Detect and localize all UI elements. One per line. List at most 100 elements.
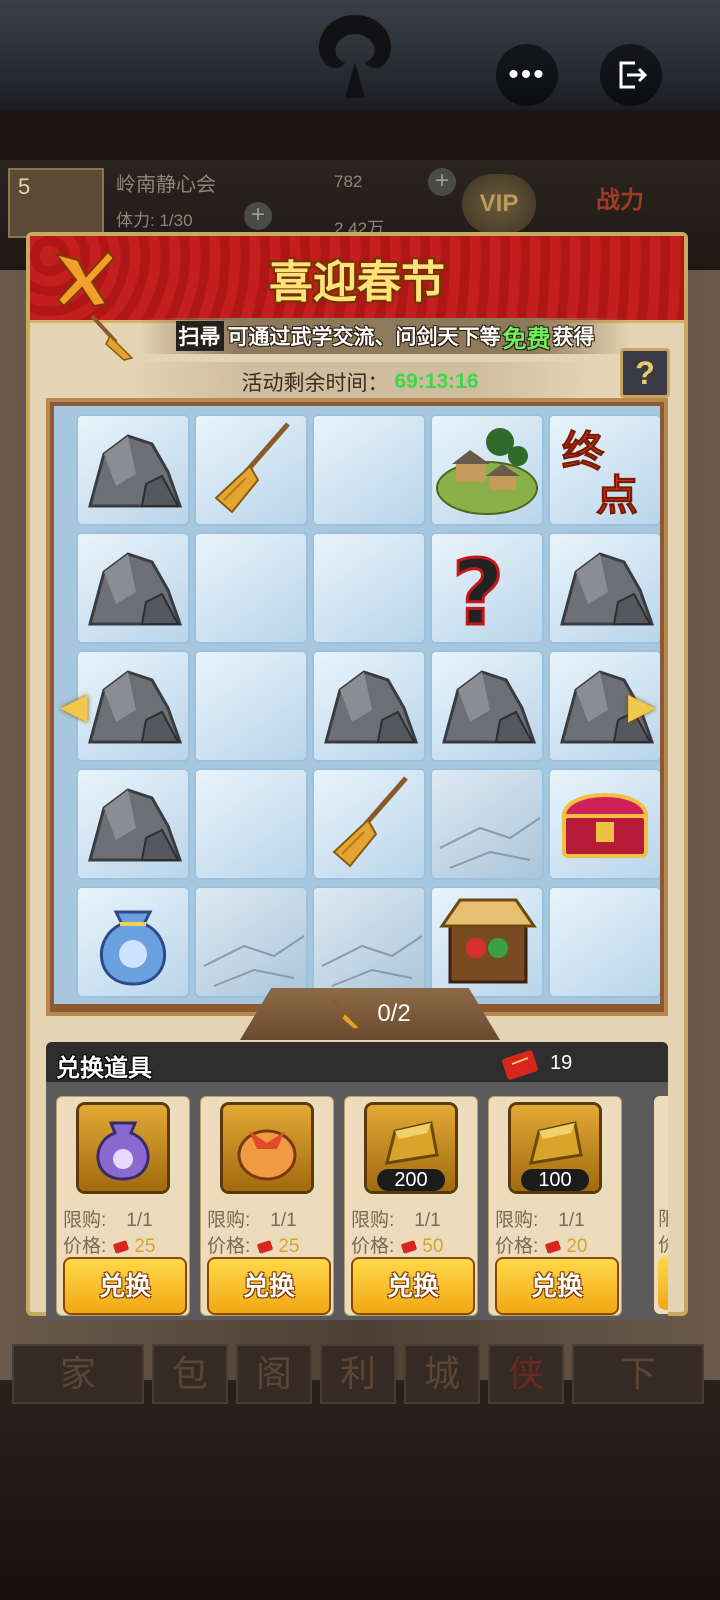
board-tile-rock[interactable]: [548, 532, 660, 644]
price-label: 价格:: [351, 1236, 395, 1257]
background-bottom: [0, 1380, 720, 1600]
event-banner: 扫帚 可通过武学交流、问剑天下等 免费 获得: [140, 318, 630, 354]
banner-broom-word: 扫帚: [175, 321, 224, 351]
purchase-limit-label: 限购:: [351, 1210, 395, 1231]
help-button[interactable]: ?: [620, 348, 670, 398]
add-stamina-button[interactable]: +: [244, 202, 272, 230]
card-peek-button[interactable]: [658, 1256, 668, 1310]
board-tile-end[interactable]: 终点: [548, 414, 660, 526]
board-tile-ice[interactable]: [194, 532, 308, 644]
board-tile-broom[interactable]: [194, 414, 308, 526]
rock-icon: [442, 670, 537, 744]
exchange-button[interactable]: 兑换: [351, 1257, 475, 1315]
board-grid: 终点?: [54, 406, 660, 1004]
purchase-limit-row: 限购: 1/1: [207, 1205, 297, 1232]
item-frame[interactable]: 200: [367, 1105, 455, 1191]
add-silver-button[interactable]: +: [428, 168, 456, 196]
broom-icon: [90, 314, 134, 361]
exchange-button[interactable]: 兑换: [63, 1257, 187, 1315]
board-tile-lucky-bag[interactable]: [76, 886, 190, 998]
silver-value: 782: [334, 172, 363, 191]
board-tile-village[interactable]: [430, 414, 544, 526]
svg-text:终: 终: [562, 427, 605, 476]
item-frame[interactable]: [223, 1105, 311, 1191]
exchange-title: 兑换道具: [56, 1055, 152, 1082]
purchase-limit-label: 限购:: [207, 1210, 251, 1231]
exchange-button[interactable]: 兑换: [495, 1257, 619, 1315]
stamina-value: 体力: 1/30: [116, 211, 193, 230]
item-frame[interactable]: 100: [511, 1105, 599, 1191]
bottom-tab-benefit[interactable]: 利: [320, 1344, 396, 1404]
board-tile-rock[interactable]: [76, 532, 190, 644]
exchange-item-card[interactable]: 100 限购: 1/1 价格: 20 兑换: [488, 1096, 622, 1316]
board-tile-frozen[interactable]: [312, 886, 426, 998]
event-dialog: 喜迎春节 扫帚 可通过武学交流、问剑天下等 免费 获得 活动剩余时间： 69:1…: [26, 232, 688, 1320]
end-icon: 终点: [562, 427, 639, 521]
vip-badge[interactable]: VIP: [462, 174, 536, 234]
board-tile-ice[interactable]: [548, 886, 660, 998]
bottom-tab-city[interactable]: 城: [404, 1344, 480, 1404]
bottom-tab-bag[interactable]: 包: [152, 1344, 228, 1404]
exit-button[interactable]: [600, 44, 662, 106]
gift-stall-icon: [439, 898, 537, 984]
close-button[interactable]: [48, 246, 122, 310]
price-row: 价格: 25: [63, 1231, 155, 1258]
banner-text: 可通过武学交流、问剑天下等: [227, 326, 501, 349]
frost-crack-icon: [321, 935, 423, 987]
price-label: 价格:: [63, 1236, 107, 1257]
power-label: 战力: [596, 187, 644, 214]
exchange-button[interactable]: 兑换: [207, 1257, 331, 1315]
exchange-item-card[interactable]: 限购: 1/1 价格: 25 兑换: [56, 1096, 190, 1316]
board-tile-gift-stall[interactable]: [430, 886, 544, 998]
exchange-item-card-partial[interactable]: 限 价: [654, 1096, 668, 1314]
item-frame[interactable]: [79, 1105, 167, 1191]
bottom-tab-next[interactable]: 下: [572, 1344, 704, 1404]
more-options-button[interactable]: •••: [496, 44, 558, 106]
scroll-left-arrow-icon[interactable]: ◀: [60, 684, 88, 728]
board-tile-rock[interactable]: [76, 414, 190, 526]
item-quantity: 200: [377, 1169, 445, 1191]
price-row: 价格: 25: [207, 1231, 299, 1258]
banner-free-word: 免费: [502, 325, 551, 353]
bottom-tab-hero[interactable]: 侠: [488, 1344, 564, 1404]
board-tile-mystery[interactable]: ?: [430, 532, 544, 644]
board-tile-ice[interactable]: [312, 414, 426, 526]
exchange-item-card[interactable]: 限购: 1/1 价格: 25 兑换: [200, 1096, 334, 1316]
exchange-section: 兑换道具 19 限购: 1/1 价格: 25 兑换 限购: 1/1 价格: 25 兑换 200 限购:…: [46, 1042, 668, 1320]
bottom-tab-home[interactable]: 家: [12, 1344, 144, 1404]
board-tile-broom[interactable]: [312, 768, 426, 880]
svg-text:点: 点: [596, 471, 638, 520]
banner-text-end: 获得: [552, 326, 595, 349]
lucky-bag-icon: [99, 910, 167, 986]
bottom-tab-pavilion[interactable]: 阁: [236, 1344, 312, 1404]
price-value: 50: [422, 1236, 444, 1257]
board-tile-rock[interactable]: [76, 650, 190, 762]
frost-crack-icon: [203, 935, 305, 987]
scroll-right-arrow-icon[interactable]: ▶: [628, 684, 656, 728]
exchange-item-card[interactable]: 200 限购: 1/1 价格: 50 兑换: [344, 1096, 478, 1316]
purchase-limit-value: 1/1: [270, 1210, 297, 1231]
board-tile-frozen[interactable]: [194, 886, 308, 998]
game-board: 终点?: [46, 398, 668, 1016]
svg-text:?: ?: [452, 541, 504, 644]
rock-icon: [560, 552, 655, 626]
board-tile-rock[interactable]: [312, 650, 426, 762]
purchase-limit-value: 1/1: [126, 1210, 153, 1231]
board-tile-ice[interactable]: [194, 768, 308, 880]
rock-icon: [88, 434, 183, 508]
rock-icon: [88, 788, 183, 862]
board-tile-ice[interactable]: [194, 650, 308, 762]
broom-icon: [332, 776, 408, 868]
remaining-time-label: 活动剩余时间：: [241, 372, 389, 395]
board-tile-ice[interactable]: [312, 532, 426, 644]
exit-icon: [619, 61, 648, 89]
purple-bag-icon: [96, 1121, 150, 1181]
rock-icon: [88, 670, 183, 744]
board-tile-rock[interactable]: [430, 650, 544, 762]
board-tile-rock[interactable]: [76, 768, 190, 880]
price-label: 价格:: [207, 1236, 251, 1257]
ticket-icon: [401, 1240, 417, 1254]
board-tile-treasure-chest[interactable]: [548, 768, 660, 880]
remaining-time-value: 69:13:16: [394, 370, 479, 393]
board-tile-frozen[interactable]: [430, 768, 544, 880]
